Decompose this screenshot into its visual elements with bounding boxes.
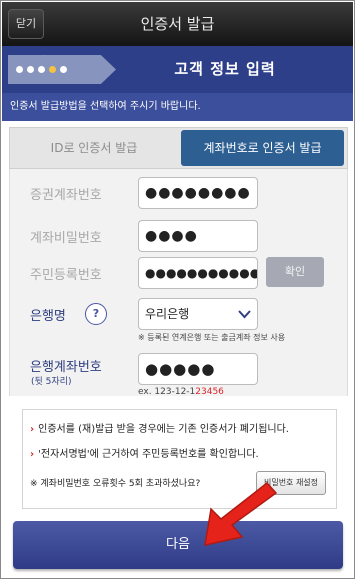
bank-select[interactable]: 우리은행	[138, 298, 258, 330]
info-box: › 인증서를 (재)발급 받을 경우에는 기존 인증서가 폐기됩니다. › '전자서…	[22, 409, 337, 509]
confirm-button[interactable]: 확인	[266, 257, 324, 287]
bank-select-value: 우리은행	[145, 307, 190, 321]
step-bar: ✓ 고객 정보 입력	[2, 46, 353, 93]
tab-id-issue[interactable]: ID로 인증서 발급	[10, 128, 178, 168]
bank-account-sublabel: (뒷 5자리)	[31, 377, 72, 387]
bank-account-label: 은행계좌번호	[30, 360, 102, 375]
account-password-input[interactable]: ●●●●	[138, 220, 258, 252]
bank-account-input[interactable]: ●●●●●	[138, 353, 258, 385]
top-bar: 인증서 발급 닫기	[2, 2, 353, 46]
next-button[interactable]: 다음	[13, 521, 343, 569]
step-dot	[16, 66, 23, 73]
bank-name-label: 은행명	[30, 309, 66, 324]
bullet-arrow-icon: ›	[30, 424, 35, 435]
help-icon[interactable]: ?	[85, 303, 107, 325]
step-dot	[60, 66, 67, 73]
bullet-arrow-icon: ›	[30, 449, 35, 460]
info-line-resident: › '전자서명법'에 근거하여 주민등록번호를 확인합니다.	[30, 449, 259, 460]
instruction-text: 인증서 발급방법을 선택하여 주시기 바랍니다.	[2, 93, 353, 121]
step-dot-current	[49, 66, 56, 73]
step-progress-indicator: ✓	[8, 55, 116, 84]
check-icon: ✓	[42, 49, 50, 59]
issue-method-tabs: ID로 인증서 발급 계좌번호로 인증서 발급	[9, 127, 348, 169]
bank-account-example: ex. 123-12-123456	[138, 387, 224, 397]
close-button[interactable]: 닫기	[8, 9, 44, 39]
chevron-down-icon	[238, 299, 251, 329]
screen-title: 인증서 발급	[140, 15, 215, 33]
bank-note: ※ 등록된 연계은행 또는 출금계좌 정보 사용	[138, 333, 286, 342]
step-dot	[27, 66, 34, 73]
resident-number-input[interactable]: ●●●●●●●●●●●●●	[138, 257, 258, 289]
info-line-reissue: › 인증서를 (재)발급 받을 경우에는 기존 인증서가 폐기됩니다.	[30, 424, 289, 435]
step-dot	[38, 66, 45, 73]
account-password-label: 계좌비밀번호	[30, 231, 102, 246]
red-arrow-icon	[204, 481, 278, 546]
securities-account-input[interactable]: ●●●●●●●●	[138, 177, 258, 209]
securities-account-label: 증권계좌번호	[30, 188, 102, 203]
resident-number-label: 주민등록번호	[30, 268, 102, 283]
tab-account-issue[interactable]: 계좌번호로 인증서 발급	[181, 130, 344, 166]
step-title: 고객 정보 입력	[174, 60, 276, 78]
info-line-password: ※ 계좌비밀번호 오류횟수 5회 초과하셨나요?	[30, 479, 201, 489]
app-frame: 인증서 발급 닫기 ✓ 고객 정보 입력 인증서 발급방법을 선택하여 주시기 …	[0, 0, 355, 579]
